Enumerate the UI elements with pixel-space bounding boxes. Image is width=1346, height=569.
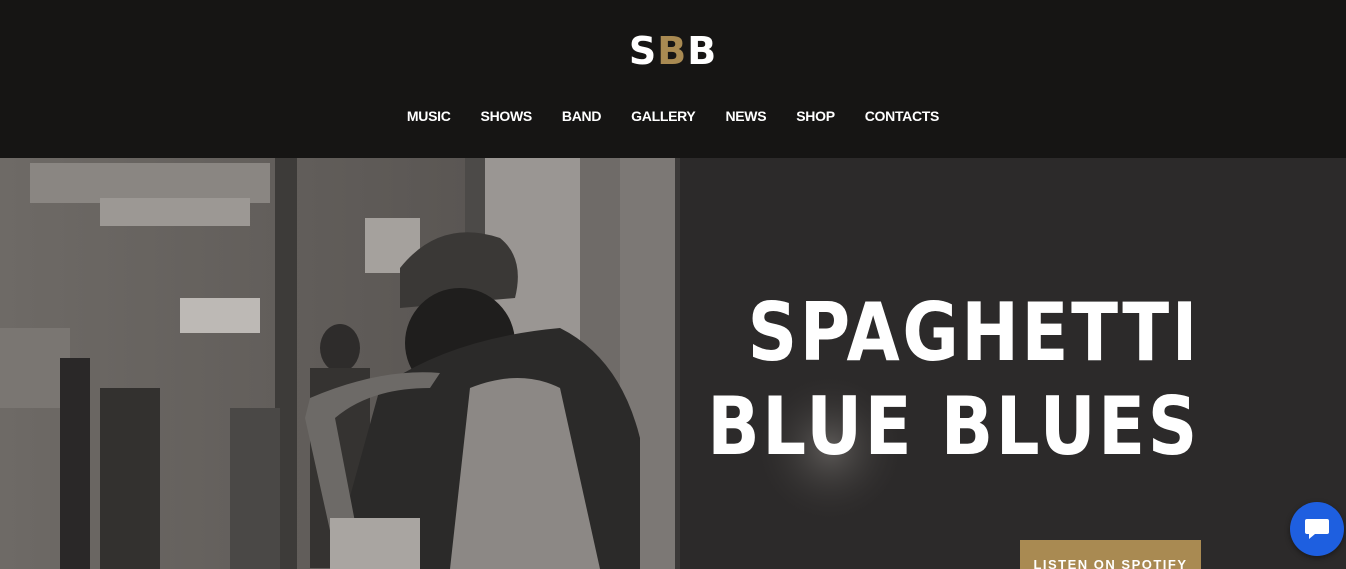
logo-letter-1: S (628, 29, 658, 73)
main-nav: MUSIC SHOWS BAND GALLERY NEWS SHOP CONTA… (0, 106, 1346, 126)
site-header: SBB MUSIC SHOWS BAND GALLERY NEWS SHOP C… (0, 0, 1346, 158)
logo-letter-2: B (657, 29, 688, 73)
listen-on-spotify-button[interactable]: LISTEN ON SPOTIFY (1020, 540, 1201, 569)
hero-title-line-1: SPAGHETTI (747, 286, 1200, 379)
logo-letter-3: B (687, 29, 718, 73)
nav-item-news[interactable]: NEWS (710, 106, 781, 126)
nav-item-shop[interactable]: SHOP (781, 106, 849, 126)
nav-item-contacts[interactable]: CONTACTS (850, 106, 954, 126)
nav-item-gallery[interactable]: GALLERY (616, 106, 710, 126)
chat-widget-button[interactable] (1290, 502, 1344, 556)
nav-item-music[interactable]: MUSIC (392, 106, 466, 126)
nav-item-shows[interactable]: SHOWS (466, 106, 547, 126)
chat-bubble-icon (1305, 519, 1329, 539)
site-logo[interactable]: SBB (0, 28, 1346, 74)
hero-banner: SPAGHETTI BLUE BLUES LISTEN ON SPOTIFY (0, 158, 1346, 569)
nav-item-band[interactable]: BAND (547, 106, 616, 126)
hero-title: SPAGHETTI BLUE BLUES (627, 288, 1200, 476)
hero-title-line-2: BLUE BLUES (707, 380, 1200, 473)
